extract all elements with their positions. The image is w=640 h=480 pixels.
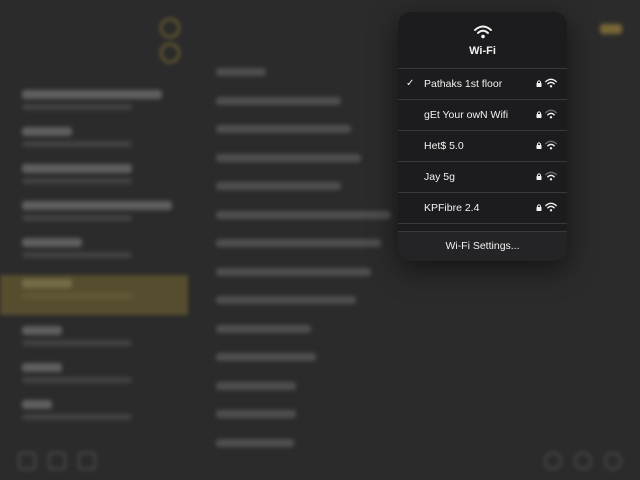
network-row[interactable]: Het$ 5.0 [398, 131, 567, 162]
network-name: KPFibre 2.4 [424, 202, 480, 214]
network-name: gEt Your owN Wifi [424, 109, 509, 121]
lock-icon [536, 111, 542, 118]
wifi-title: Wi-Fi [469, 45, 496, 57]
network-row[interactable]: gEt Your owN Wifi [398, 100, 567, 131]
network-name: KPFibre2 [424, 224, 468, 231]
wifi-header: Wi-Fi [398, 12, 567, 69]
wifi-signal-icon [545, 140, 557, 150]
wifi-signal-icon [545, 202, 557, 212]
note-body-blurred [216, 68, 391, 467]
network-name: Het$ 5.0 [424, 140, 464, 152]
wifi-signal-icon [545, 78, 557, 88]
network-name: Pathaks 1st floor [424, 78, 503, 90]
sidebar-bottom-icons-blurred [18, 452, 108, 475]
checkmark-icon: ✓ [406, 78, 415, 89]
wifi-settings-button[interactable]: Wi-Fi Settings... [398, 231, 567, 261]
network-row[interactable]: KPFibre2 [398, 224, 567, 231]
compose-icon-blurred [600, 24, 622, 34]
network-row[interactable]: ✓ Pathaks 1st floor [398, 69, 567, 100]
network-name: Jay 5g [424, 171, 455, 183]
lock-icon [536, 204, 542, 211]
editor-bottom-icons-blurred [532, 452, 622, 475]
toolbar-icons-blurred [160, 18, 210, 63]
wifi-signal-icon [545, 109, 557, 119]
network-list: ✓ Pathaks 1st floor gEt Your owN Wifi Het$ … [398, 69, 567, 231]
wifi-icon [474, 25, 492, 39]
notes-list-blurred [0, 90, 188, 437]
lock-icon [536, 142, 542, 149]
network-row[interactable]: Jay 5g [398, 162, 567, 193]
wifi-popover: Wi-Fi ✓ Pathaks 1st floor gEt Your owN Wif… [398, 12, 567, 261]
lock-icon [536, 80, 542, 87]
network-row[interactable]: KPFibre 2.4 [398, 193, 567, 224]
wifi-signal-icon [545, 171, 557, 181]
lock-icon [536, 173, 542, 180]
